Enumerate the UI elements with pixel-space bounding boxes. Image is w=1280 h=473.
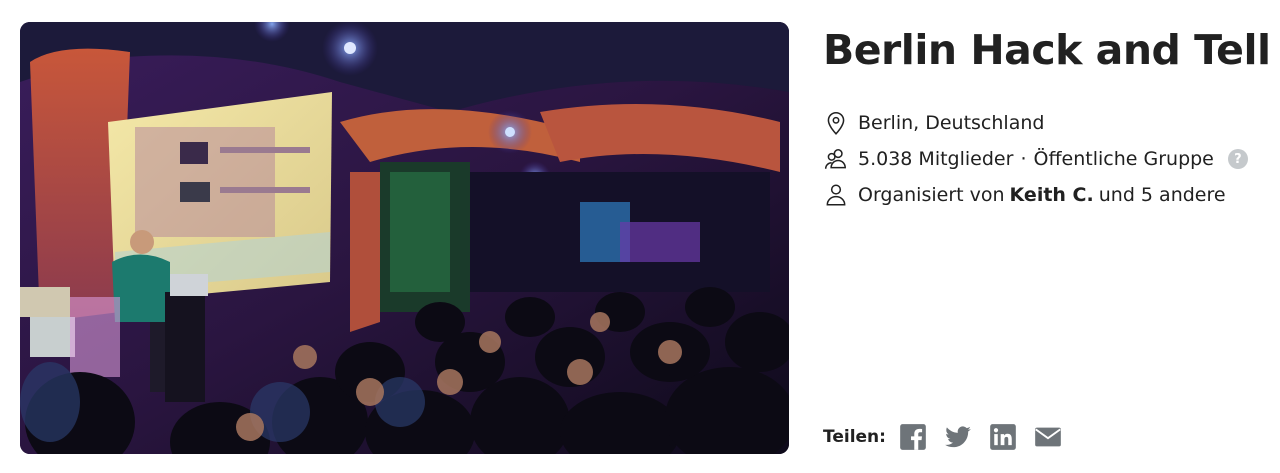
group-location[interactable]: Berlin, Deutschland <box>858 112 1044 134</box>
organizer-suffix[interactable]: und 5 andere <box>1099 184 1226 206</box>
meta-separator: · <box>1020 148 1027 170</box>
group-info-panel: Berlin Hack and Tell Berlin, Deutschland <box>823 26 1271 456</box>
email-share-button[interactable] <box>1034 423 1062 451</box>
group-visibility: Öffentliche Gruppe <box>1033 148 1214 170</box>
facebook-icon <box>900 424 926 450</box>
group-organizer-row: Organisiert von Keith C. und 5 andere <box>823 177 1248 213</box>
location-pin-icon <box>823 110 849 136</box>
organizer-name[interactable]: Keith C. <box>1010 184 1094 206</box>
share-bar: Teilen: <box>823 423 1079 451</box>
group-members-row: 5.038 Mitglieder · Öffentliche Gruppe ? <box>823 141 1248 177</box>
members-icon <box>823 146 849 172</box>
group-title: Berlin Hack and Tell <box>823 26 1271 74</box>
group-location-row: Berlin, Deutschland <box>823 105 1248 141</box>
group-cover-photo <box>20 22 789 454</box>
twitter-share-button[interactable] <box>944 423 972 451</box>
share-label: Teilen: <box>823 427 886 447</box>
linkedin-icon <box>990 424 1016 450</box>
organizer-person-icon <box>823 182 849 208</box>
organizer-prefix: Organisiert von <box>858 184 1005 206</box>
help-icon[interactable]: ? <box>1227 149 1248 169</box>
linkedin-share-button[interactable] <box>989 423 1017 451</box>
group-meta: Berlin, Deutschland 5.038 Mitglieder · Ö… <box>823 105 1248 213</box>
email-icon <box>1035 427 1061 447</box>
twitter-icon <box>945 426 971 448</box>
facebook-share-button[interactable] <box>899 423 927 451</box>
event-photo-illustration <box>20 22 789 454</box>
group-members-count[interactable]: 5.038 Mitglieder <box>858 148 1013 170</box>
